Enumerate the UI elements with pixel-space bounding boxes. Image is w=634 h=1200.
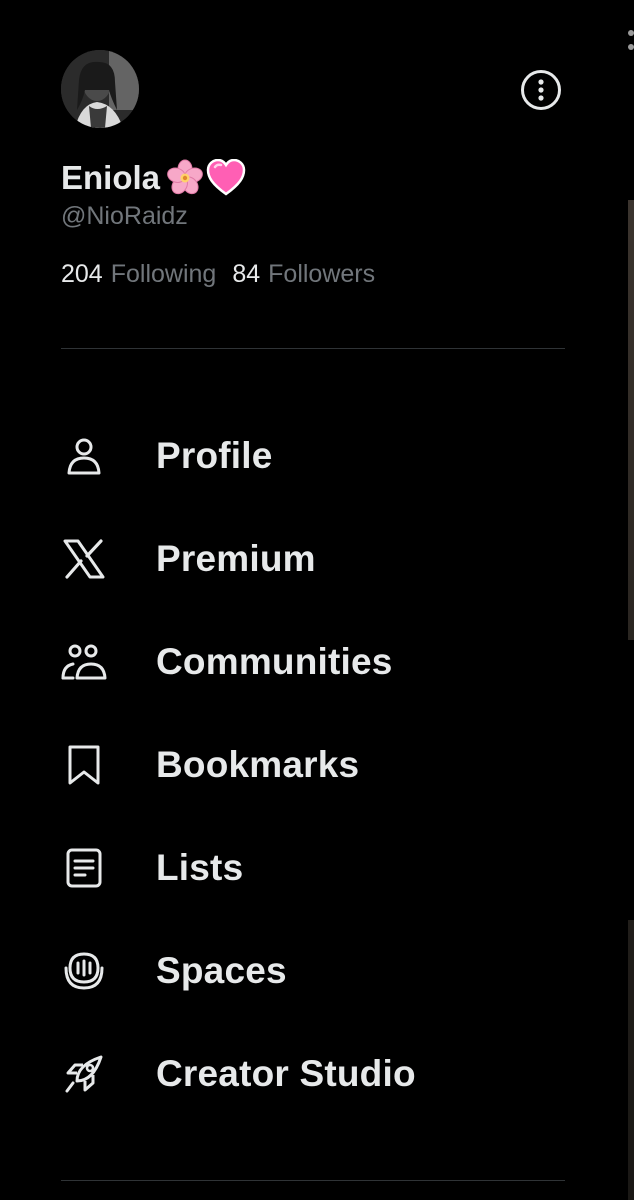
spaces-microphone-icon	[60, 947, 108, 995]
divider	[61, 348, 565, 349]
avatar-photo-icon	[61, 50, 139, 128]
communities-icon	[60, 638, 108, 686]
avatar[interactable]	[61, 50, 139, 128]
menu-item-spaces[interactable]: Spaces	[0, 919, 600, 1022]
menu-item-lists[interactable]: Lists	[0, 816, 600, 919]
menu-item-premium[interactable]: Premium	[0, 507, 600, 610]
background-gap	[628, 640, 634, 920]
display-name[interactable]: Eniola	[61, 157, 246, 199]
cherry-blossom-icon	[167, 159, 203, 195]
following-link[interactable]: 204 Following	[61, 257, 216, 291]
display-name-emojis	[166, 159, 246, 197]
background-content-peek	[628, 0, 634, 1200]
more-options-icon	[521, 70, 561, 110]
menu-item-creator-studio[interactable]: Creator Studio	[0, 1022, 600, 1125]
pink-heart-icon	[206, 159, 246, 196]
following-count: 204	[61, 260, 103, 288]
menu-item-label: Premium	[156, 537, 316, 579]
drawer-menu: Profile Premium Communities Bookmarks Li…	[0, 404, 600, 1125]
person-icon	[60, 432, 108, 480]
menu-item-bookmarks[interactable]: Bookmarks	[0, 713, 600, 816]
menu-item-label: Lists	[156, 846, 244, 888]
x-logo-icon	[60, 535, 108, 583]
menu-item-label: Profile	[156, 434, 273, 476]
followers-count: 84	[232, 260, 261, 288]
display-name-text: Eniola	[61, 159, 161, 196]
following-label: Following	[110, 260, 217, 288]
navigation-drawer: Eniola @NioRaidz 204 Following 84 Follow…	[0, 0, 634, 1200]
menu-item-label: Communities	[156, 640, 393, 682]
user-handle: @NioRaidz	[61, 202, 188, 230]
menu-item-communities[interactable]: Communities	[0, 610, 600, 713]
menu-item-label: Creator Studio	[156, 1052, 416, 1094]
followers-link[interactable]: 84 Followers	[232, 257, 375, 291]
menu-item-label: Spaces	[156, 949, 287, 991]
more-options-button[interactable]	[520, 69, 562, 111]
menu-item-label: Bookmarks	[156, 743, 360, 785]
menu-item-profile[interactable]: Profile	[0, 404, 600, 507]
background-more-icon	[628, 30, 634, 70]
rocket-icon	[60, 1050, 108, 1098]
bookmark-icon	[60, 741, 108, 789]
list-document-icon	[60, 844, 108, 892]
followers-label: Followers	[268, 260, 376, 288]
divider	[61, 1180, 565, 1181]
follow-stats: 204 Following 84 Followers	[61, 257, 391, 291]
